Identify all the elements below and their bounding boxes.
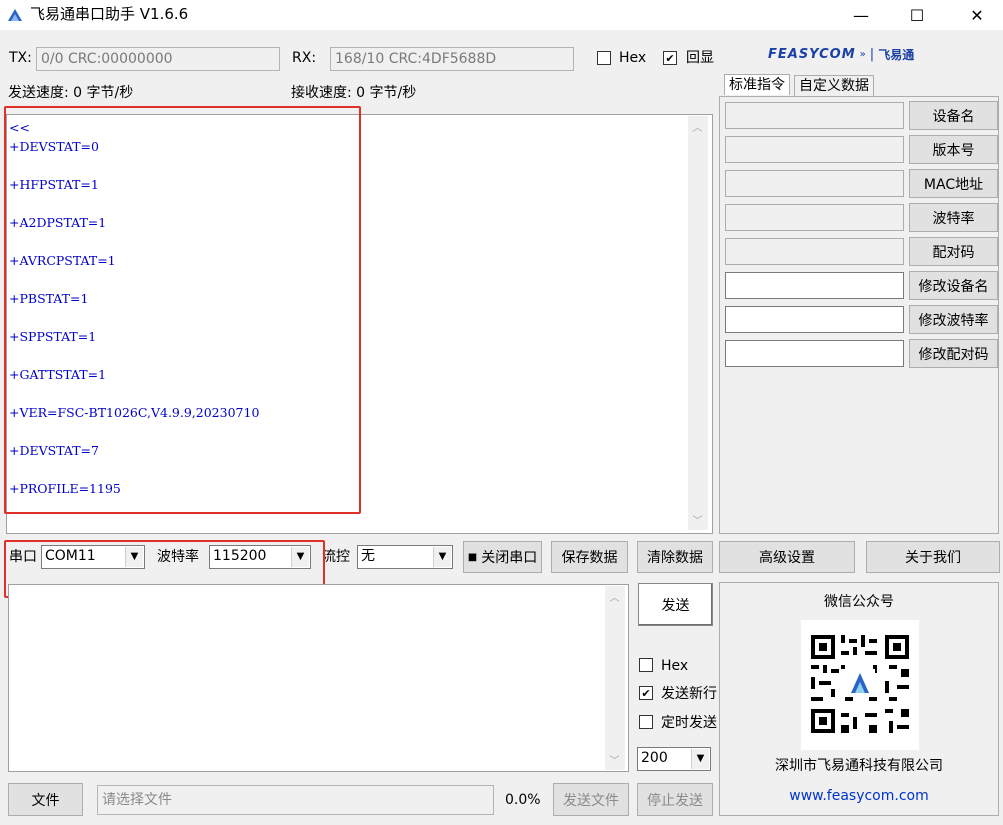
about-us-button[interactable]: 关于我们 (866, 541, 1000, 573)
website-link[interactable]: www.feasycom.com (719, 786, 999, 806)
wechat-title: 微信公众号 (824, 594, 894, 610)
command-button[interactable]: 修改波特率 (909, 305, 998, 334)
tab-custom-data[interactable]: 自定义数据 (794, 75, 874, 96)
timed-send-label: 定时发送 (661, 715, 717, 731)
checkmark-icon: ✔ (641, 686, 651, 700)
hex-display-checkbox[interactable] (597, 51, 611, 65)
hex-display-label: Hex (619, 50, 647, 66)
file-button-label: 文件 (31, 792, 60, 809)
command-button-label: 波特率 (932, 210, 975, 227)
feasycom-logo: FEASYCOM » | 飞易通 (768, 44, 968, 64)
command-button[interactable]: 修改配对码 (909, 339, 998, 368)
echo-checkbox[interactable]: ✔ (663, 51, 677, 65)
save-data-button[interactable]: 保存数据 (551, 541, 628, 573)
command-button-label: 修改设备名 (918, 278, 989, 295)
command-value-field (725, 170, 904, 197)
close-port-label: 关闭串口 (481, 550, 538, 566)
tx-counter-field: 0/0 CRC:00000000 (36, 47, 280, 71)
clear-data-label: 清除数据 (647, 550, 703, 566)
receive-scrollbar[interactable]: ︿ ﹀ (688, 116, 708, 530)
rx-label: RX: (292, 50, 317, 66)
command-value-field (725, 136, 904, 163)
command-button[interactable]: 配对码 (909, 237, 998, 266)
company-name: 深圳市飞易通科技有限公司 (775, 758, 943, 774)
command-button[interactable]: MAC地址 (909, 169, 998, 198)
command-button-label: 设备名 (932, 108, 975, 125)
send-scrollbar[interactable]: ︿ ﹀ (605, 586, 625, 770)
file-button[interactable]: 文件 (8, 783, 83, 816)
command-value-field (725, 204, 904, 231)
send-speed-label: 发送速度: 0 字节/秒 (8, 85, 134, 101)
logo-wave-icon: » (859, 48, 866, 60)
checkmark-icon: ✔ (665, 51, 675, 65)
command-value-field (725, 102, 904, 129)
command-button-label: MAC地址 (923, 176, 984, 193)
command-value-field (725, 238, 904, 265)
advanced-settings-button[interactable]: 高级设置 (719, 541, 855, 573)
minimize-button[interactable]: — (838, 0, 884, 30)
timed-send-checkbox[interactable] (639, 715, 653, 729)
close-button[interactable]: ✕ (954, 0, 1000, 30)
flow-value: 无 (361, 548, 375, 564)
scroll-up-icon[interactable]: ︿ (606, 588, 623, 605)
send-textarea[interactable] (8, 584, 629, 772)
send-hex-checkbox[interactable] (639, 658, 653, 672)
echo-label: 回显 (686, 50, 714, 66)
flow-label: 流控 (322, 549, 350, 565)
minimize-icon: — (853, 5, 869, 25)
chevron-down-icon: ▼ (433, 547, 451, 567)
file-progress: 0.0% (505, 792, 541, 808)
command-button-label: 配对码 (932, 244, 975, 261)
chevron-down-icon: ▼ (691, 749, 709, 769)
advanced-settings-label: 高级设置 (759, 550, 815, 566)
command-button-label: 修改波特率 (918, 312, 989, 329)
about-us-label: 关于我们 (905, 550, 961, 566)
send-hex-label: Hex (661, 658, 689, 674)
send-file-button[interactable]: 发送文件 (553, 783, 629, 816)
command-button[interactable]: 波特率 (909, 203, 998, 232)
flow-select[interactable]: 无 ▼ (357, 545, 453, 569)
logo-cn-brand: 飞易通 (878, 47, 915, 62)
window-title: 飞易通串口助手 V1.6.6 (30, 5, 189, 23)
send-file-label: 发送文件 (563, 792, 619, 809)
tab-label: 标准指令 (729, 77, 785, 93)
scroll-up-icon[interactable]: ︿ (689, 118, 706, 135)
maximize-button[interactable]: ☐ (894, 0, 940, 30)
logo-brand: FEASYCOM (768, 46, 856, 62)
close-port-button[interactable]: ■ 关闭串口 (463, 541, 542, 573)
tx-label: TX: (9, 50, 32, 66)
send-button[interactable]: 发送 (638, 583, 713, 626)
command-button[interactable]: 版本号 (909, 135, 998, 164)
command-value-field[interactable] (725, 306, 904, 333)
command-button-label: 修改配对码 (918, 346, 989, 363)
stop-send-button[interactable]: 停止发送 (637, 783, 713, 816)
clear-data-button[interactable]: 清除数据 (637, 541, 713, 573)
maximize-icon: ☐ (909, 5, 925, 25)
scroll-down-icon[interactable]: ﹀ (689, 511, 706, 528)
send-label: 发送 (661, 597, 690, 614)
command-button[interactable]: 修改设备名 (909, 271, 998, 300)
stop-send-label: 停止发送 (647, 792, 703, 809)
receive-highlight-box (4, 106, 361, 514)
interval-select[interactable]: 200 ▼ (637, 747, 711, 771)
command-value-field[interactable] (725, 340, 904, 367)
command-button-label: 版本号 (932, 142, 975, 159)
tab-label: 自定义数据 (799, 78, 869, 94)
tab-standard-commands[interactable]: 标准指令 (724, 74, 790, 95)
interval-value: 200 (641, 750, 668, 766)
send-newline-label: 发送新行 (661, 686, 717, 702)
scroll-down-icon[interactable]: ﹀ (606, 751, 623, 768)
rx-counter-field: 168/10 CRC:4DF5688D (330, 47, 574, 71)
logo-separator: | (869, 46, 875, 62)
wechat-qr-code-icon (801, 620, 919, 750)
save-data-label: 保存数据 (561, 550, 618, 566)
send-newline-checkbox[interactable]: ✔ (639, 686, 653, 700)
command-button[interactable]: 设备名 (909, 101, 998, 130)
stop-square-icon: ■ (467, 551, 478, 563)
app-logo-icon (8, 9, 22, 21)
close-icon: ✕ (970, 5, 984, 25)
command-value-field[interactable] (725, 272, 904, 299)
receive-speed-label: 接收速度: 0 字节/秒 (291, 85, 417, 101)
file-path-field[interactable]: 请选择文件 (97, 785, 494, 815)
